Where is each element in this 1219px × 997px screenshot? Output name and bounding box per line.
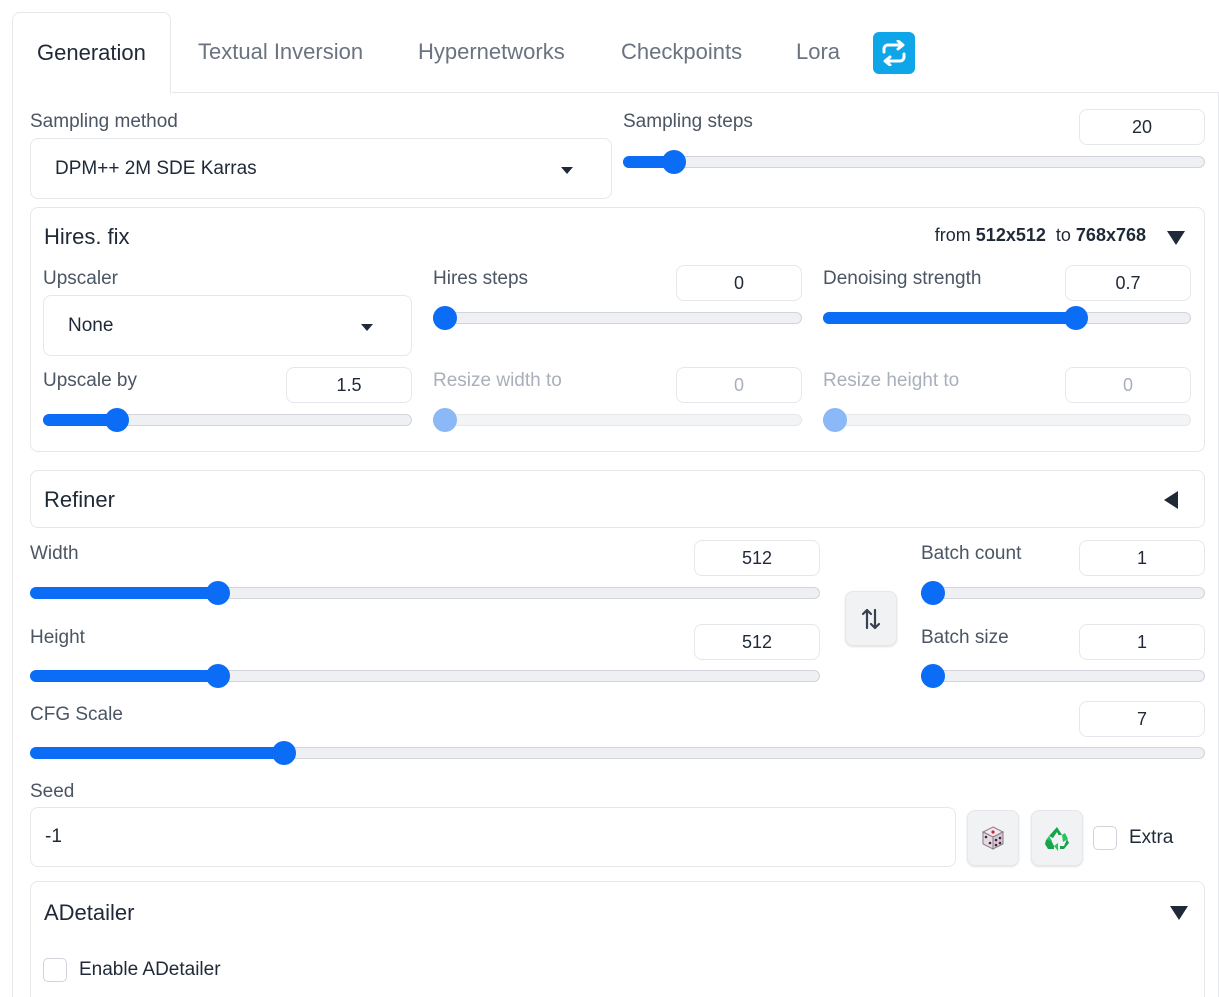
slider-handle[interactable]: [823, 408, 847, 432]
hires-steps-label: Hires steps: [433, 268, 529, 289]
slider-handle[interactable]: [433, 408, 457, 432]
collapse-triangle-icon[interactable]: [1170, 906, 1188, 920]
upscaler-label: Upscaler: [43, 268, 118, 289]
batch-size-label: Batch size: [921, 627, 1009, 648]
refiner-title: Refiner: [44, 487, 115, 512]
denoising-strength-slider[interactable]: [823, 306, 1191, 330]
adetailer-title[interactable]: ADetailer: [44, 900, 134, 926]
enable-adetailer-label: Enable ADetailer: [79, 959, 221, 980]
slider-handle[interactable]: [206, 664, 231, 688]
slider-handle[interactable]: [662, 150, 687, 174]
denoising-strength-input[interactable]: 0.7: [1065, 265, 1191, 301]
refresh-button[interactable]: [873, 32, 915, 74]
sampling-method-dropdown[interactable]: DPM++ 2M SDE Karras: [30, 138, 612, 199]
seed-input[interactable]: -1: [30, 807, 956, 867]
batch-count-input[interactable]: 1: [1079, 540, 1205, 576]
height-input[interactable]: 512: [694, 624, 820, 660]
enable-adetailer-checkbox[interactable]: [43, 958, 67, 982]
tab-checkpoints[interactable]: Checkpoints: [621, 12, 742, 93]
slider-handle[interactable]: [271, 741, 296, 765]
denoising-strength-label: Denoising strength: [823, 268, 982, 289]
swap-arrows-icon: [861, 608, 881, 629]
batch-size-input[interactable]: 1: [1079, 624, 1205, 660]
resize-width-label: Resize width to: [433, 370, 562, 391]
width-input[interactable]: 512: [694, 540, 820, 576]
tab-textual-inversion[interactable]: Textual Inversion: [198, 12, 363, 93]
batch-size-slider[interactable]: [921, 664, 1205, 688]
slider-handle[interactable]: [105, 408, 130, 432]
tab-lora[interactable]: Lora: [796, 12, 840, 93]
hires-size-summary: from 512x512 to 768x768: [934, 225, 1146, 245]
slider-handle[interactable]: [206, 581, 231, 605]
seed-label: Seed: [30, 781, 75, 802]
chevron-down-icon: [561, 166, 573, 174]
sampling-steps-input[interactable]: 20: [1079, 109, 1205, 145]
cfg-scale-slider[interactable]: [30, 741, 1205, 765]
sampling-method-value: DPM++ 2M SDE Karras: [55, 157, 257, 179]
slider-handle[interactable]: [921, 581, 945, 605]
sampling-steps-slider[interactable]: [623, 150, 1205, 174]
dice-icon: [981, 826, 1005, 850]
upscaler-value: None: [68, 314, 114, 336]
expand-triangle-icon[interactable]: [1164, 491, 1178, 509]
upscale-by-input[interactable]: 1.5: [286, 367, 412, 403]
extra-label: Extra: [1129, 827, 1174, 848]
tab-hypernetworks[interactable]: Hypernetworks: [418, 12, 565, 93]
hires-steps-input[interactable]: 0: [676, 265, 802, 301]
width-label: Width: [30, 543, 79, 564]
resize-height-label: Resize height to: [823, 370, 960, 391]
width-slider[interactable]: [30, 581, 820, 605]
batch-count-slider[interactable]: [921, 581, 1205, 605]
tab-bar: Generation Textual Inversion Hypernetwor…: [0, 0, 1219, 94]
tab-generation[interactable]: Generation: [12, 12, 171, 94]
hires-steps-slider[interactable]: [433, 306, 802, 330]
slider-handle[interactable]: [1063, 306, 1088, 330]
slider-handle[interactable]: [433, 306, 457, 330]
resize-height-slider[interactable]: [823, 408, 1191, 432]
sampling-steps-label: Sampling steps: [623, 111, 753, 132]
random-seed-button[interactable]: [967, 810, 1019, 866]
refresh-icon: [882, 40, 906, 66]
upscale-by-label: Upscale by: [43, 370, 137, 391]
hires-fix-title[interactable]: Hires. fix: [44, 224, 130, 250]
height-label: Height: [30, 627, 85, 648]
chevron-down-icon: [361, 323, 373, 331]
refiner-section[interactable]: Refiner: [30, 470, 1205, 528]
sampling-method-label: Sampling method: [30, 111, 178, 132]
upscaler-dropdown[interactable]: None: [43, 295, 412, 356]
cfg-scale-input[interactable]: 7: [1079, 701, 1205, 737]
reuse-seed-button[interactable]: [1031, 810, 1083, 866]
resize-width-slider[interactable]: [433, 408, 802, 432]
recycle-icon: [1045, 827, 1069, 851]
seed-value: -1: [45, 826, 62, 847]
swap-dimensions-button[interactable]: [845, 591, 897, 646]
extra-checkbox[interactable]: [1093, 826, 1117, 850]
cfg-scale-label: CFG Scale: [30, 704, 123, 725]
resize-height-input[interactable]: 0: [1065, 367, 1191, 403]
batch-count-label: Batch count: [921, 543, 1022, 564]
slider-handle[interactable]: [921, 664, 945, 688]
upscale-by-slider[interactable]: [43, 408, 412, 432]
height-slider[interactable]: [30, 664, 820, 688]
collapse-triangle-icon[interactable]: [1167, 231, 1185, 245]
resize-width-input[interactable]: 0: [676, 367, 802, 403]
